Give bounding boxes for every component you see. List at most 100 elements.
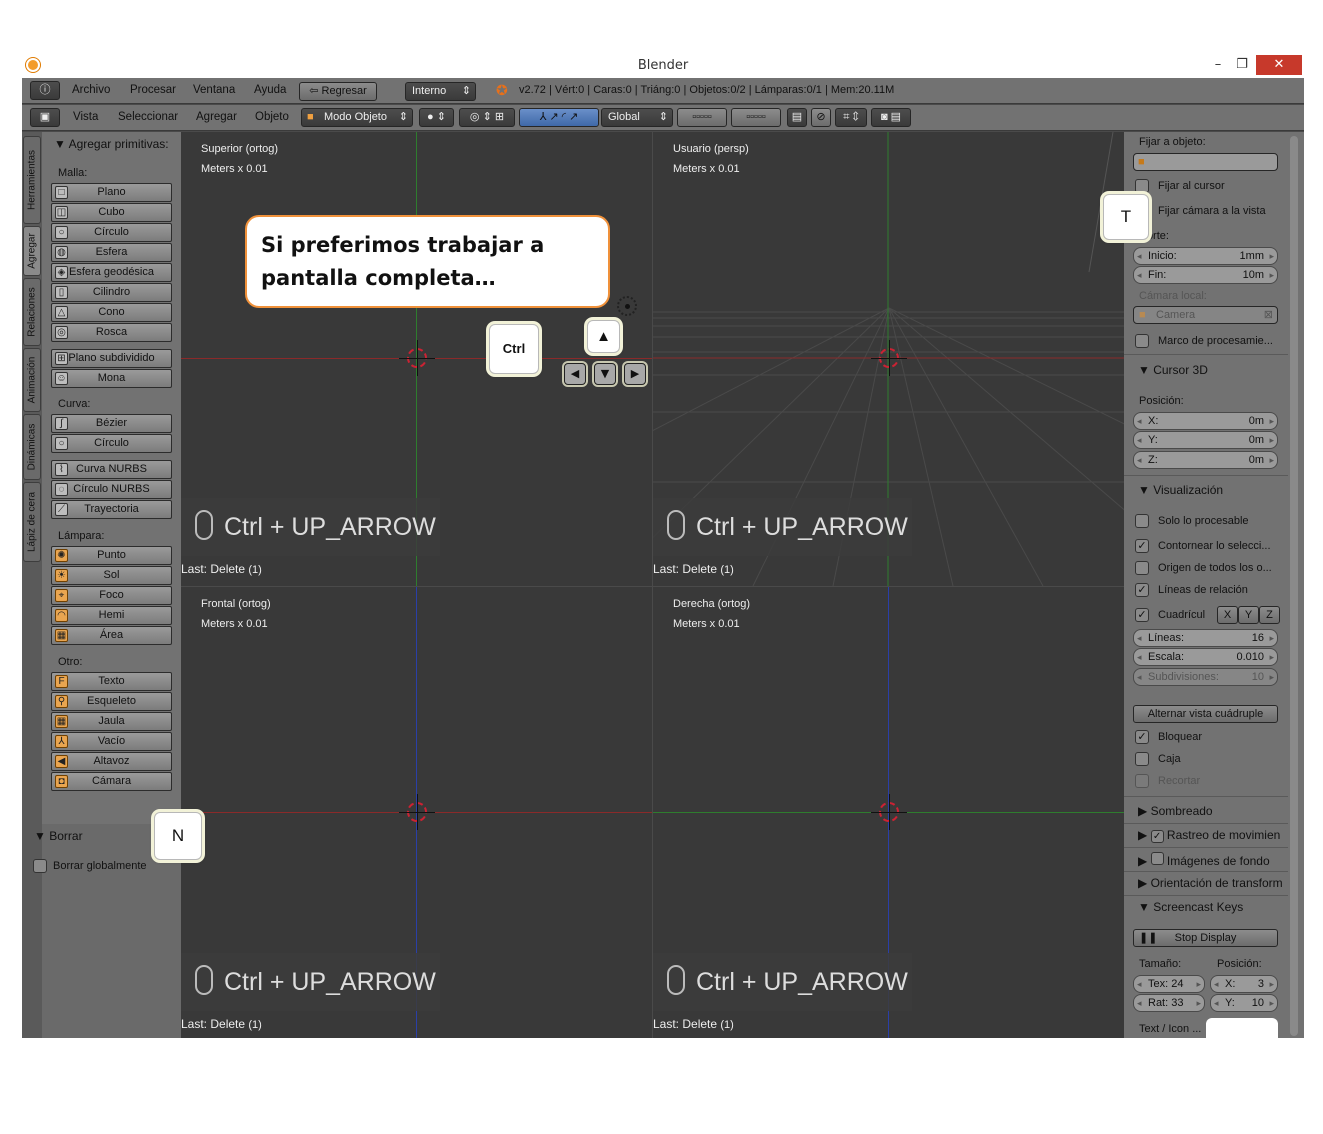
alternar-vista-button[interactable]: Alternar vista cuádruple <box>1133 705 1278 723</box>
layers-grid-b[interactable]: ▫▫▫▫▫ <box>731 108 781 127</box>
bloquear-checkbox[interactable]: ✓ <box>1135 730 1149 744</box>
cursor-y-field[interactable]: Y: 0m <box>1133 431 1278 449</box>
add-cubo-button[interactable]: ◫ Cubo <box>51 203 172 222</box>
shading-select[interactable]: ● ⇕ <box>419 108 454 127</box>
grid-axis-x-toggle[interactable]: X <box>1217 606 1238 624</box>
origen-checkbox[interactable] <box>1135 561 1149 575</box>
orientation-select[interactable]: Global ⇕ <box>601 108 673 127</box>
manipulator-buttons[interactable]: ⅄ ↗ ◜ ↗ <box>519 108 599 127</box>
cursor-x-field[interactable]: X: 0m <box>1133 412 1278 430</box>
grid-escala-field[interactable]: Escala: 0.010 <box>1133 648 1278 666</box>
grid-lineas-field[interactable]: Líneas: 16 <box>1133 629 1278 647</box>
sombreado-panel-header[interactable]: ▶ Sombreado <box>1138 804 1213 818</box>
add-cilindro-button[interactable]: ▯ Cilindro <box>51 283 172 302</box>
mode-select[interactable]: ■ Modo Objeto ⇕ <box>301 108 413 127</box>
menu-procesar[interactable]: Procesar <box>130 84 176 96</box>
clear-camera-icon[interactable]: ⊠ <box>1264 307 1273 324</box>
snap-icon[interactable]: ⌗ ⇕ <box>835 108 867 127</box>
imagenes-panel-header[interactable]: ▶ Imágenes de fondo <box>1138 852 1270 868</box>
screencast-panel-header[interactable]: ▼ Screencast Keys <box>1138 900 1243 914</box>
add-camara-button[interactable]: ◘ Cámara <box>51 772 172 791</box>
pivot-select[interactable]: ◎ ⇕ ⊞ <box>459 108 515 127</box>
panel-agregar-primitivas[interactable]: ▼ Agregar primitivas: <box>54 137 169 151</box>
add-circulo-button[interactable]: ○ Círculo <box>51 223 172 242</box>
proportional-edit-icon[interactable]: ⊘ <box>811 108 831 127</box>
pos-x-field[interactable]: X: 3 <box>1210 975 1278 993</box>
viewport-superior[interactable]: Superior (ortog) Meters x 0.01 Ctrl + UP… <box>181 132 652 586</box>
properties-scrollbar[interactable] <box>1290 136 1298 1036</box>
add-jaula-button[interactable]: ▦ Jaula <box>51 712 172 731</box>
add-esfera-geodesica-button[interactable]: ◈ Esfera geodésica <box>51 263 172 282</box>
cursor3d-panel-header[interactable]: ▼ Cursor 3D <box>1138 363 1208 377</box>
layer-lock-icon[interactable]: ▤ <box>787 108 807 127</box>
add-foco-button[interactable]: ⌖ Foco <box>51 586 172 605</box>
solo-procesable-checkbox[interactable] <box>1135 514 1149 528</box>
tab-animacion[interactable]: Animación <box>23 348 41 412</box>
clip-inicio-field[interactable]: Inicio: 1mm <box>1133 247 1278 265</box>
menu-archivo[interactable]: Archivo <box>72 84 110 96</box>
caja-checkbox[interactable] <box>1135 752 1149 766</box>
grid-axis-z-toggle[interactable]: Z <box>1259 606 1280 624</box>
tab-agregar[interactable]: Agregar <box>23 226 41 276</box>
add-esqueleto-button[interactable]: ⚲ Esqueleto <box>51 692 172 711</box>
viewport-usuario[interactable]: Usuario (persp) Meters x 0.01 Ctrl + UP_… <box>653 132 1124 586</box>
grid-axis-y-toggle[interactable]: Y <box>1238 606 1259 624</box>
add-circulo-nurbs-button[interactable]: ◌ Círculo NURBS <box>51 480 172 499</box>
menu-vista[interactable]: Vista <box>73 111 98 123</box>
clip-fin-field[interactable]: Fin: 10m <box>1133 266 1278 284</box>
cuadricula-checkbox[interactable]: ✓ <box>1135 608 1149 622</box>
borrar-global-checkbox[interactable] <box>33 859 47 873</box>
editor-type-info-icon[interactable]: ⓘ <box>30 81 60 100</box>
add-curva-nurbs-button[interactable]: ⌇ Curva NURBS <box>51 460 172 479</box>
add-area-button[interactable]: ▦ Área <box>51 626 172 645</box>
render-engine-select[interactable]: Interno ⇕ <box>405 82 476 101</box>
add-hemi-button[interactable]: ◠ Hemi <box>51 606 172 625</box>
add-vacio-button[interactable]: ⅄ Vacío <box>51 732 172 751</box>
tex-size-field[interactable]: Tex: 24 <box>1133 975 1205 993</box>
add-trayectoria-button[interactable]: ⟋ Trayectoria <box>51 500 172 519</box>
local-camera-field[interactable]: ■ Camera ⊠ <box>1133 306 1278 324</box>
add-esfera-button[interactable]: ◍ Esfera <box>51 243 172 262</box>
add-plano-subdividido-button[interactable]: ⊞ Plano subdividido <box>51 349 172 368</box>
render-opengl-icon[interactable]: ◙ ▤ <box>871 108 911 127</box>
add-plano-button[interactable]: □ Plano <box>51 183 172 202</box>
grid-subdiv-field[interactable]: Subdivisiones: 10 <box>1133 668 1278 686</box>
menu-ayuda[interactable]: Ayuda <box>254 84 286 96</box>
tab-relaciones[interactable]: Relaciones <box>23 278 41 346</box>
add-texto-button[interactable]: F Texto <box>51 672 172 691</box>
layers-grid-a[interactable]: ▫▫▫▫▫ <box>677 108 727 127</box>
add-altavoz-button[interactable]: ◀ Altavoz <box>51 752 172 771</box>
contornear-checkbox[interactable]: ✓ <box>1135 539 1149 553</box>
stop-display-button[interactable]: ❚❚ Stop Display <box>1133 929 1278 947</box>
viewport-frontal[interactable]: Frontal (ortog) Meters x 0.01 Ctrl + UP_… <box>181 587 652 1038</box>
tab-dinamicas[interactable]: Dinámicas <box>23 414 41 480</box>
editor-type-3d-icon[interactable]: ▣ <box>30 108 60 127</box>
tab-lapiz-de-cera[interactable]: Lápiz de cera <box>23 482 41 562</box>
lock-object-field[interactable]: ■ <box>1133 153 1278 171</box>
borrar-panel-header[interactable]: ▼ Borrar <box>34 829 83 843</box>
maximize-button[interactable]: ❐ <box>1228 55 1256 75</box>
recortar-checkbox[interactable] <box>1135 774 1149 788</box>
menu-agregar[interactable]: Agregar <box>196 111 237 123</box>
rastreo-panel-header[interactable]: ▶ ✓ Rastreo de movimien <box>1138 828 1280 843</box>
back-button[interactable]: ⇦ Regresar <box>299 82 377 101</box>
menu-seleccionar[interactable]: Seleccionar <box>118 111 178 123</box>
menu-objeto[interactable]: Objeto <box>255 111 289 123</box>
add-bezier-button[interactable]: ∫ Bézier <box>51 414 172 433</box>
menu-ventana[interactable]: Ventana <box>193 84 235 96</box>
text-icon-color-swatch[interactable] <box>1206 1018 1278 1038</box>
cursor-z-field[interactable]: Z: 0m <box>1133 451 1278 469</box>
viewport-derecha[interactable]: Derecha (ortog) Meters x 0.01 Ctrl + UP_… <box>653 587 1124 1038</box>
add-punto-button[interactable]: ✺ Punto <box>51 546 172 565</box>
orientacion-panel-header[interactable]: ▶ Orientación de transform <box>1138 876 1283 890</box>
pos-y-field[interactable]: Y: 10 <box>1210 994 1278 1012</box>
rat-size-field[interactable]: Rat: 33 <box>1133 994 1205 1012</box>
add-cono-button[interactable]: △ Cono <box>51 303 172 322</box>
lineas-relacion-checkbox[interactable]: ✓ <box>1135 583 1149 597</box>
add-curve-circulo-button[interactable]: ○ Círculo <box>51 434 172 453</box>
add-rosca-button[interactable]: ◎ Rosca <box>51 323 172 342</box>
add-mona-button[interactable]: ☺ Mona <box>51 369 172 388</box>
add-sol-button[interactable]: ☀ Sol <box>51 566 172 585</box>
tab-herramientas[interactable]: Herramientas <box>23 136 41 224</box>
fijar-cursor-checkbox[interactable] <box>1135 179 1149 193</box>
